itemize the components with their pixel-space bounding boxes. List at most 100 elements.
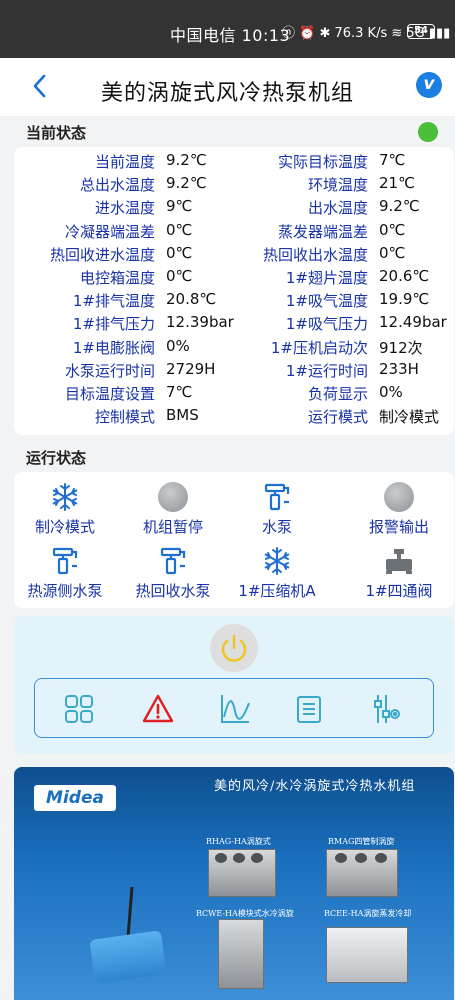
status-value: 20.6℃ [379,267,430,285]
status-row: 进水温度 9℃ 出水温度 9.2℃ [14,197,454,220]
snowflake-icon [262,546,292,576]
status-value: 0℃ [379,220,406,239]
banner-title: 美的风冷/水冷涡旋式冷热水机组 [214,779,416,794]
status-value: 9.2℃ [166,151,207,169]
list-icon[interactable] [293,693,325,725]
gateway-device-image [89,930,167,984]
status-row: 控制模式 BMS 运行模式 制冷模式 [14,406,454,429]
status-label: 冷凝器端温差 [64,222,155,241]
status-label: 进水温度 [94,199,155,218]
run-status-label: 1#压缩机A [238,582,316,600]
product-label: RCWE-HA模块式水冷涡旋 [196,909,294,918]
status-value: 0℃ [166,267,193,285]
status-value: 0% [166,336,190,355]
status-label: 1#排气压力 [72,315,155,334]
status-label: 总出水温度 [79,176,155,195]
run-status-grid: 制冷模式 机组暂停 水泵 报警输出 热源侧水泵 热回收水泵 1#压缩机A 1#四通阀 [14,472,454,608]
product-banner[interactable]: 美的风冷/水冷涡旋式冷热水机组 Midea RHAG-HA涡旋式 RMAG四管制… [14,767,454,1000]
status-row: 1#电膨胀阀 0% 1#压机启动次 912次 [14,337,454,360]
status-label: 负荷显示 [307,385,368,403]
status-value: 7℃ [379,151,406,169]
carrier-time: 中国电信 10:13 [170,26,291,45]
status-row: 1#排气压力 12.39bar 1#吸气压力 12.49bar [14,313,454,336]
status-label: 热回收出水温度 [262,245,368,264]
run-status-label: 热源侧水泵 [27,582,103,600]
status-value: 0℃ [166,243,193,262]
run-status-item: 1#四通阀 [344,546,454,606]
status-label: 1#运行时间 [285,361,368,380]
status-value: 19.9℃ [379,290,430,309]
status-label: 控制模式 [94,408,155,427]
product-label: RCEE-HA涡旋蒸发冷却 [324,909,412,918]
status-label: 实际目标温度 [277,153,368,171]
status-label: 1#电膨胀阀 [72,338,155,357]
snowflake-icon [50,482,80,512]
status-value: BMS [166,406,199,425]
status-label: 目标温度设置 [64,385,155,403]
run-status-item: 制冷模式 [10,482,120,542]
status-label: 1#吸气温度 [285,292,368,311]
status-label: 出水温度 [307,199,368,218]
section-title: 运行状态 [26,449,87,467]
status-value: 912次 [379,338,423,357]
power-icon[interactable] [210,624,258,672]
status-value: 12.49bar [379,313,447,332]
status-value: 12.39bar [166,313,234,332]
grid-icon[interactable] [63,693,95,725]
run-status-header: 运行状态 [0,443,455,471]
run-status-label: 机组暂停 [142,518,203,536]
status-label: 1#排气温度 [72,292,155,311]
status-row: 目标温度设置 7℃ 负荷显示 0% [14,383,454,406]
grey-indicator-icon [384,482,414,512]
pump-icon [50,546,80,576]
valve-icon [384,546,414,576]
system-status-bar: 中国电信 10:13 ⓝ ⏰ ✱ 76.3 K/s ≋ 5G ▮▮▮ 54 [0,0,455,58]
status-value: 9℃ [166,197,193,216]
status-row: 电控箱温度 0℃ 1#翅片温度 20.6℃ [14,267,454,290]
run-status-item: 报警输出 [344,482,454,542]
product-label: RMAG四管制涡旋 [328,837,395,846]
status-row: 冷凝器端温差 0℃ 蒸发器端温差 0℃ [14,221,454,244]
pump-icon [158,546,188,576]
grey-indicator-icon [158,482,188,512]
status-row: 热回收进水温度 0℃ 热回收出水温度 0℃ [14,244,454,267]
run-status-item: 热源侧水泵 [10,546,120,606]
status-row: 当前温度 9.2℃ 实际目标温度 7℃ [14,151,454,174]
control-panel [14,616,454,754]
pump-icon [262,482,292,512]
warning-icon[interactable] [142,693,174,725]
midea-logo: Midea [34,785,116,811]
status-label: 环境温度 [307,176,368,195]
brand-logo[interactable]: v [416,72,442,98]
status-label: 热回收进水温度 [49,245,155,264]
status-row: 1#排气温度 20.8℃ 1#吸气温度 19.9℃ [14,290,454,313]
run-status-label: 热回收水泵 [135,582,211,600]
run-status-item: 热回收水泵 [118,546,228,606]
status-value: 21℃ [379,174,415,193]
status-label: 电控箱温度 [79,269,155,287]
function-toolbar [34,678,434,738]
status-value: 0% [379,383,403,401]
product-image [326,927,408,983]
status-value: 2729H [166,359,216,378]
product-image [218,919,264,989]
status-table: 当前温度 9.2℃ 实际目标温度 7℃ 总出水温度 9.2℃ 环境温度 21℃ 进水温度 9℃ 出水… [14,147,454,435]
status-label: 1#翅片温度 [285,269,368,287]
status-value: 9.2℃ [166,174,207,193]
battery-icon: 54 [407,24,435,39]
chart-icon[interactable] [219,693,251,725]
status-value: 9.2℃ [379,197,420,216]
run-status-item: 1#压缩机A [222,546,332,606]
status-row: 水泵运行时间 2729H 1#运行时间 233H [14,360,454,383]
status-value: 0℃ [166,220,193,239]
status-value: 233H [379,359,419,378]
current-status-header: 当前状态 [0,118,455,146]
sliders-icon[interactable] [370,693,402,725]
status-label: 水泵运行时间 [64,361,155,380]
run-status-label: 报警输出 [368,518,429,536]
status-value: 0℃ [379,243,406,262]
run-status-label: 1#四通阀 [365,582,433,600]
app-header: 美的涡旋式风冷热泵机组 v [0,58,455,116]
run-status-label: 水泵 [261,518,292,536]
status-value: 7℃ [166,383,193,401]
